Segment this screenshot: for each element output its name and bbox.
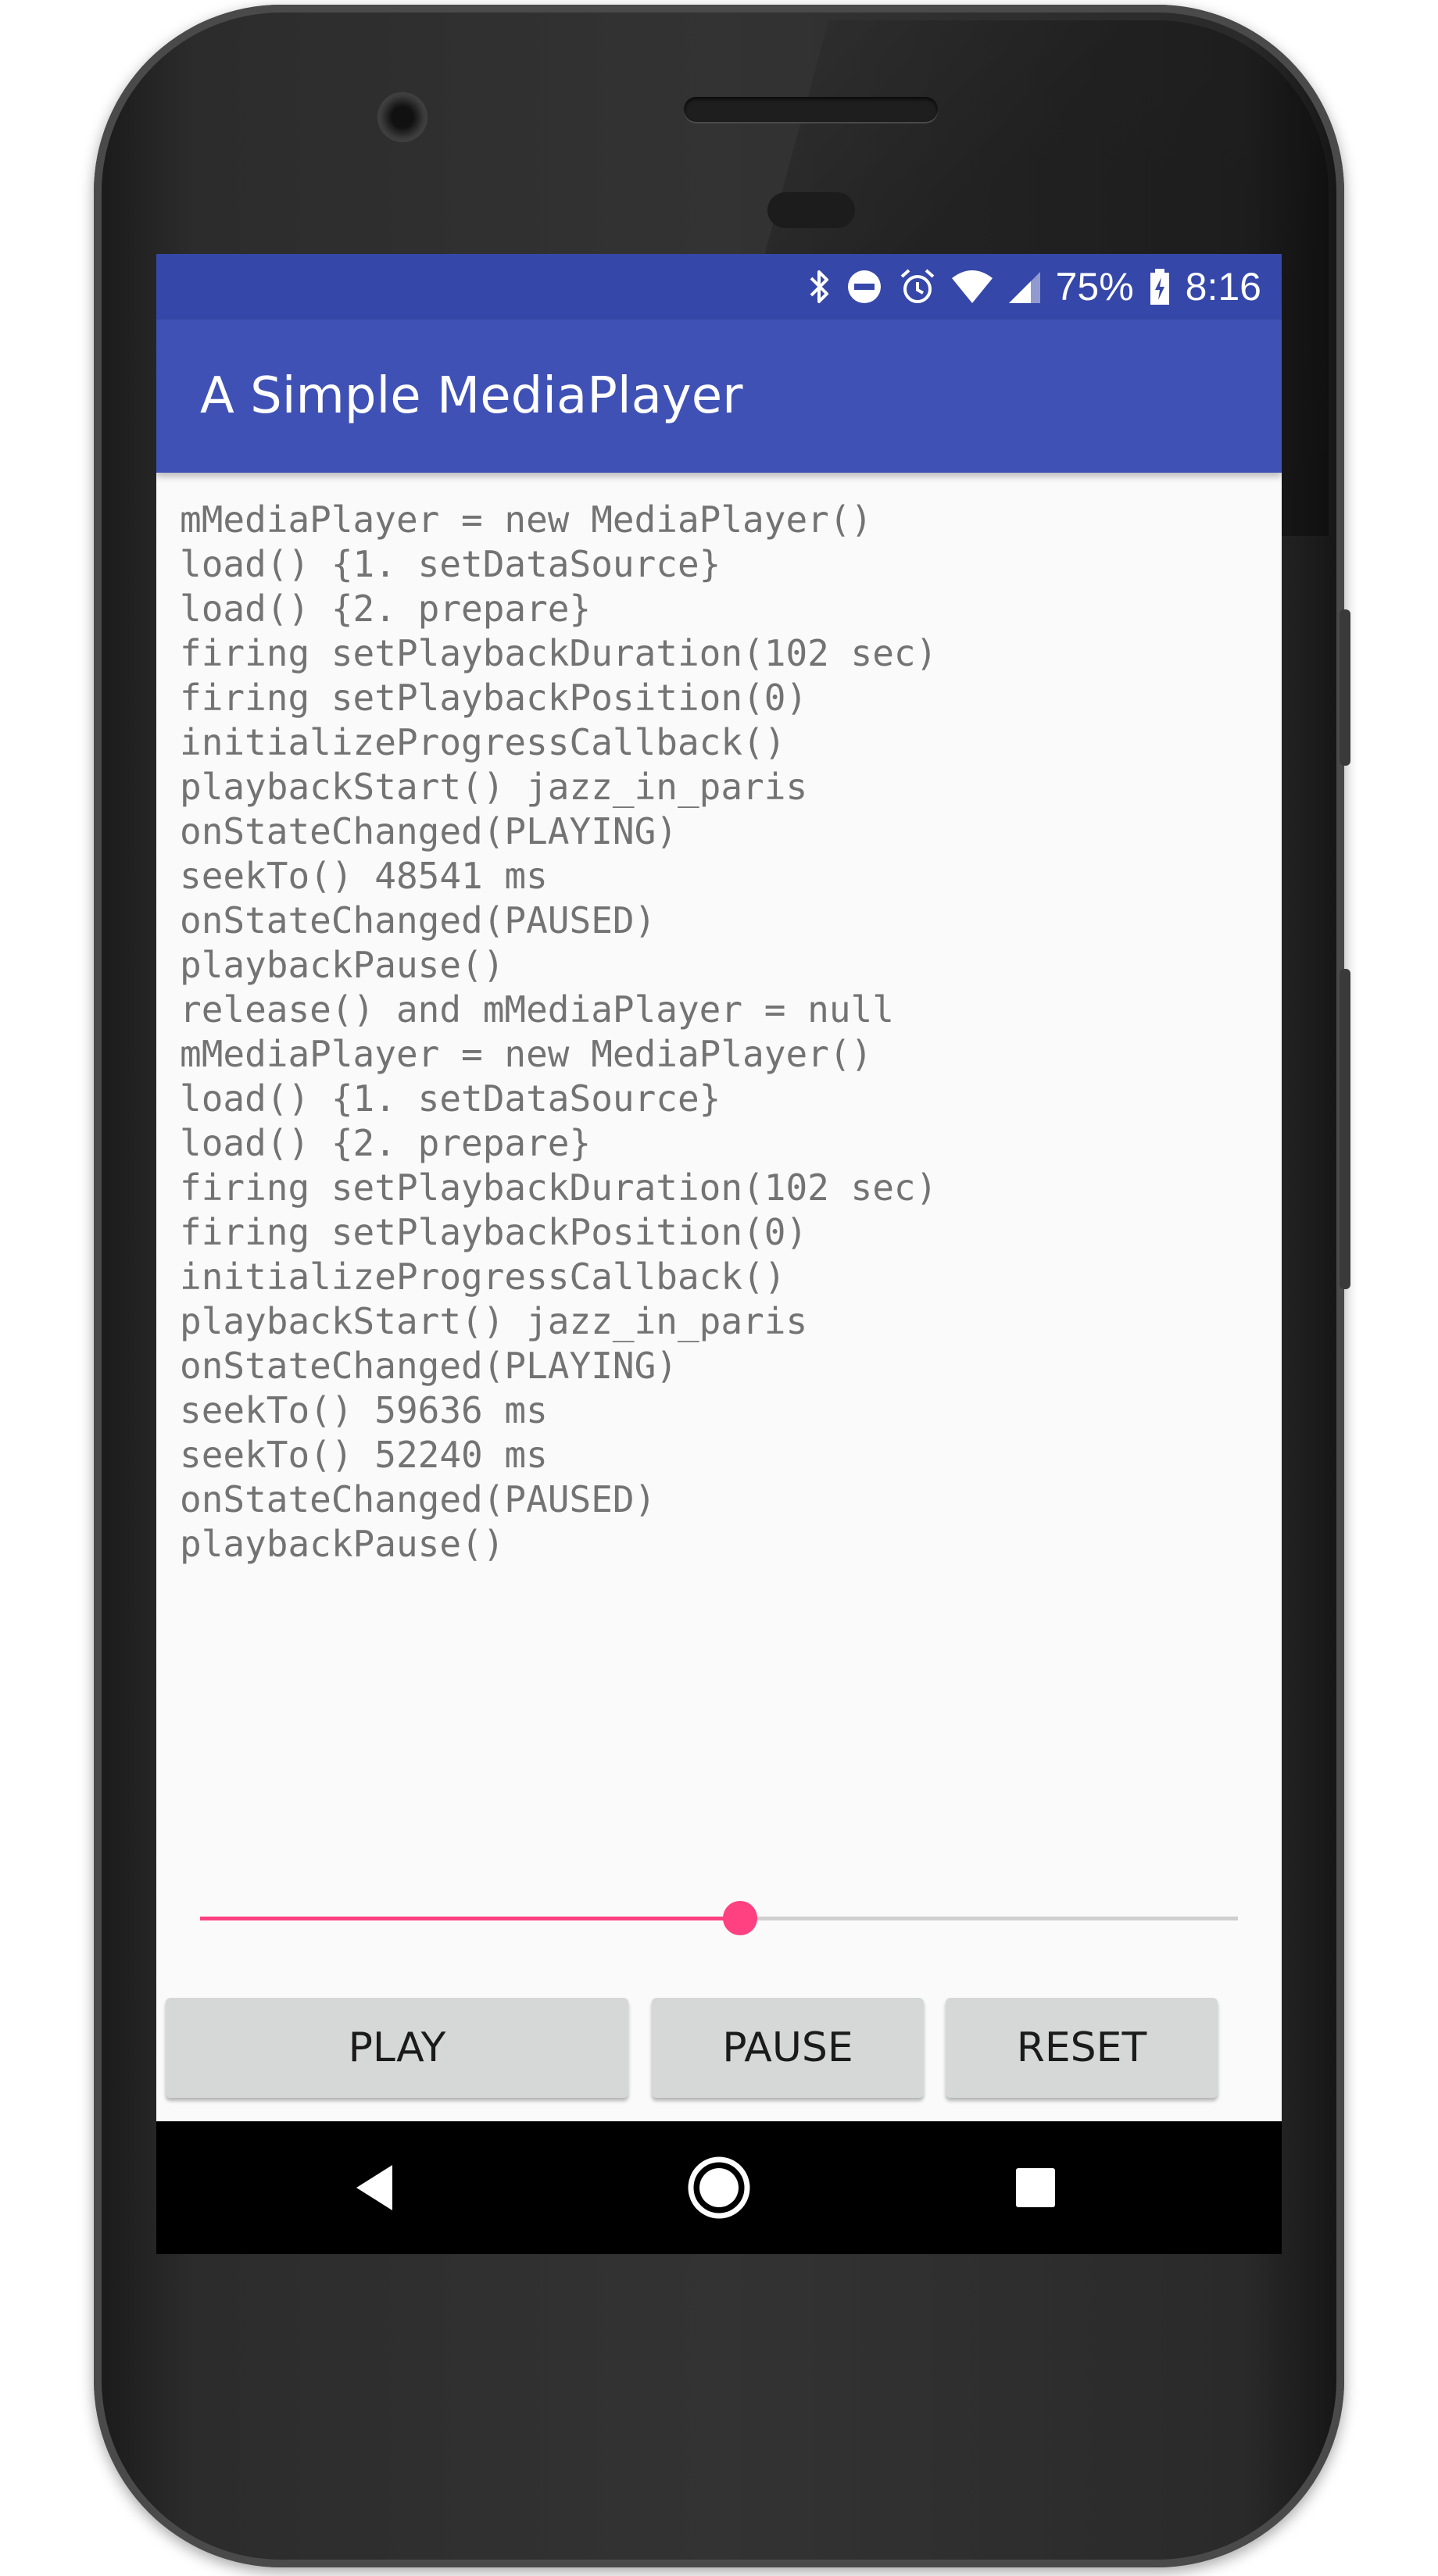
back-button[interactable] (313, 2121, 438, 2254)
app-title: A Simple MediaPlayer (200, 367, 743, 425)
log-line: playbackStart() jazz_in_paris (180, 766, 808, 808)
do-not-disturb-icon (845, 267, 884, 306)
log-line: firing setPlaybackPosition(0) (180, 1211, 808, 1253)
log-line: seekTo() 59636 ms (180, 1389, 548, 1431)
control-buttons: PLAY PAUSE RESET (156, 1988, 1282, 2106)
front-camera (377, 92, 427, 142)
log-line: seekTo() 52240 ms (180, 1434, 548, 1476)
log-line: load() {2. prepare} (180, 588, 592, 630)
log-line: firing setPlaybackDuration(102 sec) (180, 632, 938, 674)
alarm-icon (898, 267, 937, 306)
back-icon (356, 2165, 392, 2210)
playback-seekbar[interactable] (200, 1895, 1238, 1942)
log-line: onStateChanged(PAUSED) (180, 1478, 656, 1520)
log-line: playbackStart() jazz_in_paris (180, 1300, 808, 1342)
bluetooth-icon (807, 267, 831, 306)
log-output: mMediaPlayer = new MediaPlayer() load() {… (180, 498, 1258, 1567)
cell-signal-icon (1007, 269, 1042, 305)
log-line: onStateChanged(PLAYING) (180, 810, 678, 852)
proximity-sensor (767, 192, 855, 228)
log-line: onStateChanged(PLAYING) (180, 1345, 678, 1387)
earpiece-speaker (684, 97, 938, 122)
status-bar: 75% 8:16 (156, 254, 1282, 320)
log-line: firing setPlaybackDuration(102 sec) (180, 1167, 938, 1209)
device-screen: 75% 8:16 A Simple MediaPlayer mMediaPlay… (156, 254, 1282, 2254)
log-line: release() and mMediaPlayer = null (180, 988, 894, 1031)
seekbar-progress (200, 1917, 740, 1920)
recents-icon (1016, 2168, 1055, 2207)
navigation-bar (156, 2121, 1282, 2254)
wifi-icon (951, 269, 993, 305)
log-line: initializeProgressCallback() (180, 721, 786, 763)
log-line: mMediaPlayer = new MediaPlayer() (180, 1033, 873, 1075)
clock-time: 8:16 (1185, 265, 1261, 309)
volume-rocker[interactable] (1340, 969, 1350, 1289)
log-line: load() {1. setDataSource} (180, 1077, 721, 1120)
log-line: load() {2. prepare} (180, 1122, 592, 1164)
status-icons: 75% 8:16 (807, 254, 1261, 320)
log-line: initializeProgressCallback() (180, 1256, 786, 1298)
log-line: playbackPause() (180, 1523, 505, 1565)
app-bar: A Simple MediaPlayer (156, 320, 1282, 473)
log-line: load() {1. setDataSource} (180, 543, 721, 585)
reset-button[interactable]: RESET (946, 1998, 1218, 2098)
power-button[interactable] (1340, 609, 1350, 766)
seekbar-thumb[interactable] (722, 1901, 757, 1935)
home-button[interactable] (656, 2121, 782, 2254)
log-line: seekTo() 48541 ms (180, 855, 548, 897)
log-line: onStateChanged(PAUSED) (180, 899, 656, 941)
home-icon (688, 2156, 750, 2219)
log-line: firing setPlaybackPosition(0) (180, 677, 808, 719)
pause-button[interactable]: PAUSE (652, 1998, 924, 2098)
log-line: mMediaPlayer = new MediaPlayer() (180, 498, 873, 541)
log-line: playbackPause() (180, 944, 505, 986)
battery-charging-icon (1148, 267, 1172, 306)
battery-percent: 75% (1055, 265, 1134, 309)
play-button[interactable]: PLAY (166, 1998, 628, 2098)
recents-button[interactable] (973, 2121, 1098, 2254)
